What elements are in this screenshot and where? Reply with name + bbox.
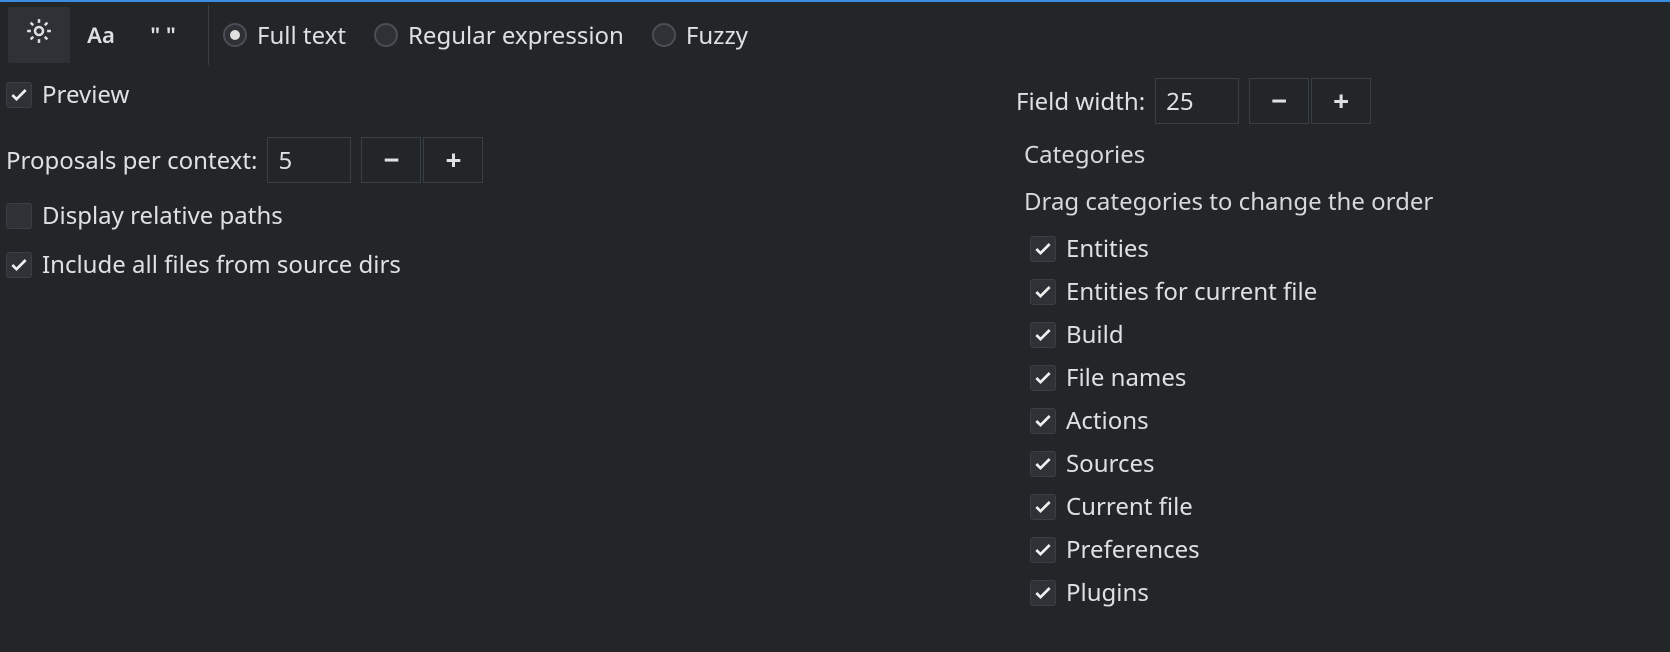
category-row[interactable]: Sources (1030, 447, 1670, 480)
plus-icon: + (445, 141, 461, 179)
toolbar: Aa " " Full text Regular expression Fuzz… (0, 0, 1670, 68)
right-column: Field width: 25 − + Categories Drag cate… (1016, 78, 1670, 609)
field-width-label: Field width: (1016, 85, 1145, 118)
aa-icon: Aa (87, 20, 115, 50)
radio-indicator (652, 23, 676, 47)
category-row[interactable]: Plugins (1030, 576, 1670, 609)
include-all-checkbox[interactable] (6, 252, 32, 278)
category-label: Current file (1066, 490, 1193, 523)
tab-settings[interactable] (8, 7, 70, 63)
category-checkbox[interactable] (1030, 236, 1056, 262)
minus-icon: − (1271, 82, 1287, 120)
minus-icon: − (383, 141, 399, 179)
category-row[interactable]: Current file (1030, 490, 1670, 523)
radio-regex[interactable]: Regular expression (374, 19, 624, 52)
category-label: Actions (1066, 404, 1149, 437)
proposals-row: Proposals per context: 5 − + (6, 137, 1016, 183)
proposals-decrement[interactable]: − (361, 137, 421, 183)
radio-fulltext[interactable]: Full text (223, 19, 346, 52)
quotes-icon: " " (150, 20, 176, 50)
categories-title: Categories (1024, 138, 1670, 171)
preview-checkbox[interactable] (6, 82, 32, 108)
category-checkbox[interactable] (1030, 537, 1056, 563)
plus-icon: + (1333, 82, 1349, 120)
radio-indicator (374, 23, 398, 47)
field-width-stepper: − + (1249, 78, 1371, 124)
category-row[interactable]: Actions (1030, 404, 1670, 437)
category-row[interactable]: Entities for current file (1030, 275, 1670, 308)
radio-indicator (223, 23, 247, 47)
category-checkbox[interactable] (1030, 365, 1056, 391)
proposals-increment[interactable]: + (423, 137, 483, 183)
radio-fuzzy-label: Fuzzy (686, 19, 748, 52)
field-width-increment[interactable]: + (1311, 78, 1371, 124)
category-row[interactable]: File names (1030, 361, 1670, 394)
category-label: Plugins (1066, 576, 1149, 609)
category-label: Preferences (1066, 533, 1200, 566)
category-label: Entities for current file (1066, 275, 1317, 308)
radio-fulltext-label: Full text (257, 19, 346, 52)
category-label: Build (1066, 318, 1124, 351)
relative-paths-checkbox[interactable] (6, 203, 32, 229)
preview-row: Preview (6, 78, 1016, 111)
field-width-input[interactable]: 25 (1155, 78, 1239, 124)
category-checkbox[interactable] (1030, 279, 1056, 305)
radio-regex-label: Regular expression (408, 19, 624, 52)
tab-quotes[interactable]: " " (132, 7, 194, 63)
category-row[interactable]: Build (1030, 318, 1670, 351)
content: Preview Proposals per context: 5 − + Dis… (0, 68, 1670, 609)
proposals-label: Proposals per context: (6, 144, 257, 177)
tab-font[interactable]: Aa (70, 7, 132, 63)
field-width-decrement[interactable]: − (1249, 78, 1309, 124)
include-all-row: Include all files from source dirs (6, 248, 1016, 281)
toolbar-divider (208, 5, 209, 65)
include-all-label: Include all files from source dirs (42, 248, 401, 281)
category-checkbox[interactable] (1030, 322, 1056, 348)
category-checkbox[interactable] (1030, 580, 1056, 606)
preview-label: Preview (42, 78, 129, 111)
proposals-input[interactable]: 5 (267, 137, 351, 183)
category-row[interactable]: Entities (1030, 232, 1670, 265)
category-checkbox[interactable] (1030, 494, 1056, 520)
categories-section: Categories Drag categories to change the… (1016, 138, 1670, 609)
category-label: Entities (1066, 232, 1149, 265)
category-checkbox[interactable] (1030, 408, 1056, 434)
category-label: Sources (1066, 447, 1155, 480)
category-row[interactable]: Preferences (1030, 533, 1670, 566)
gear-icon (24, 16, 54, 54)
category-checkbox[interactable] (1030, 451, 1056, 477)
proposals-stepper: − + (361, 137, 483, 183)
categories-hint: Drag categories to change the order (1024, 185, 1670, 218)
relative-paths-row: Display relative paths (6, 199, 1016, 232)
categories-list: Entities Entities for current file Build Fi… (1024, 232, 1670, 609)
match-mode-radios: Full text Regular expression Fuzzy (223, 19, 748, 52)
radio-fuzzy[interactable]: Fuzzy (652, 19, 748, 52)
field-width-row: Field width: 25 − + (1016, 78, 1670, 124)
left-column: Preview Proposals per context: 5 − + Dis… (6, 78, 1016, 609)
relative-paths-label: Display relative paths (42, 199, 283, 232)
category-label: File names (1066, 361, 1186, 394)
